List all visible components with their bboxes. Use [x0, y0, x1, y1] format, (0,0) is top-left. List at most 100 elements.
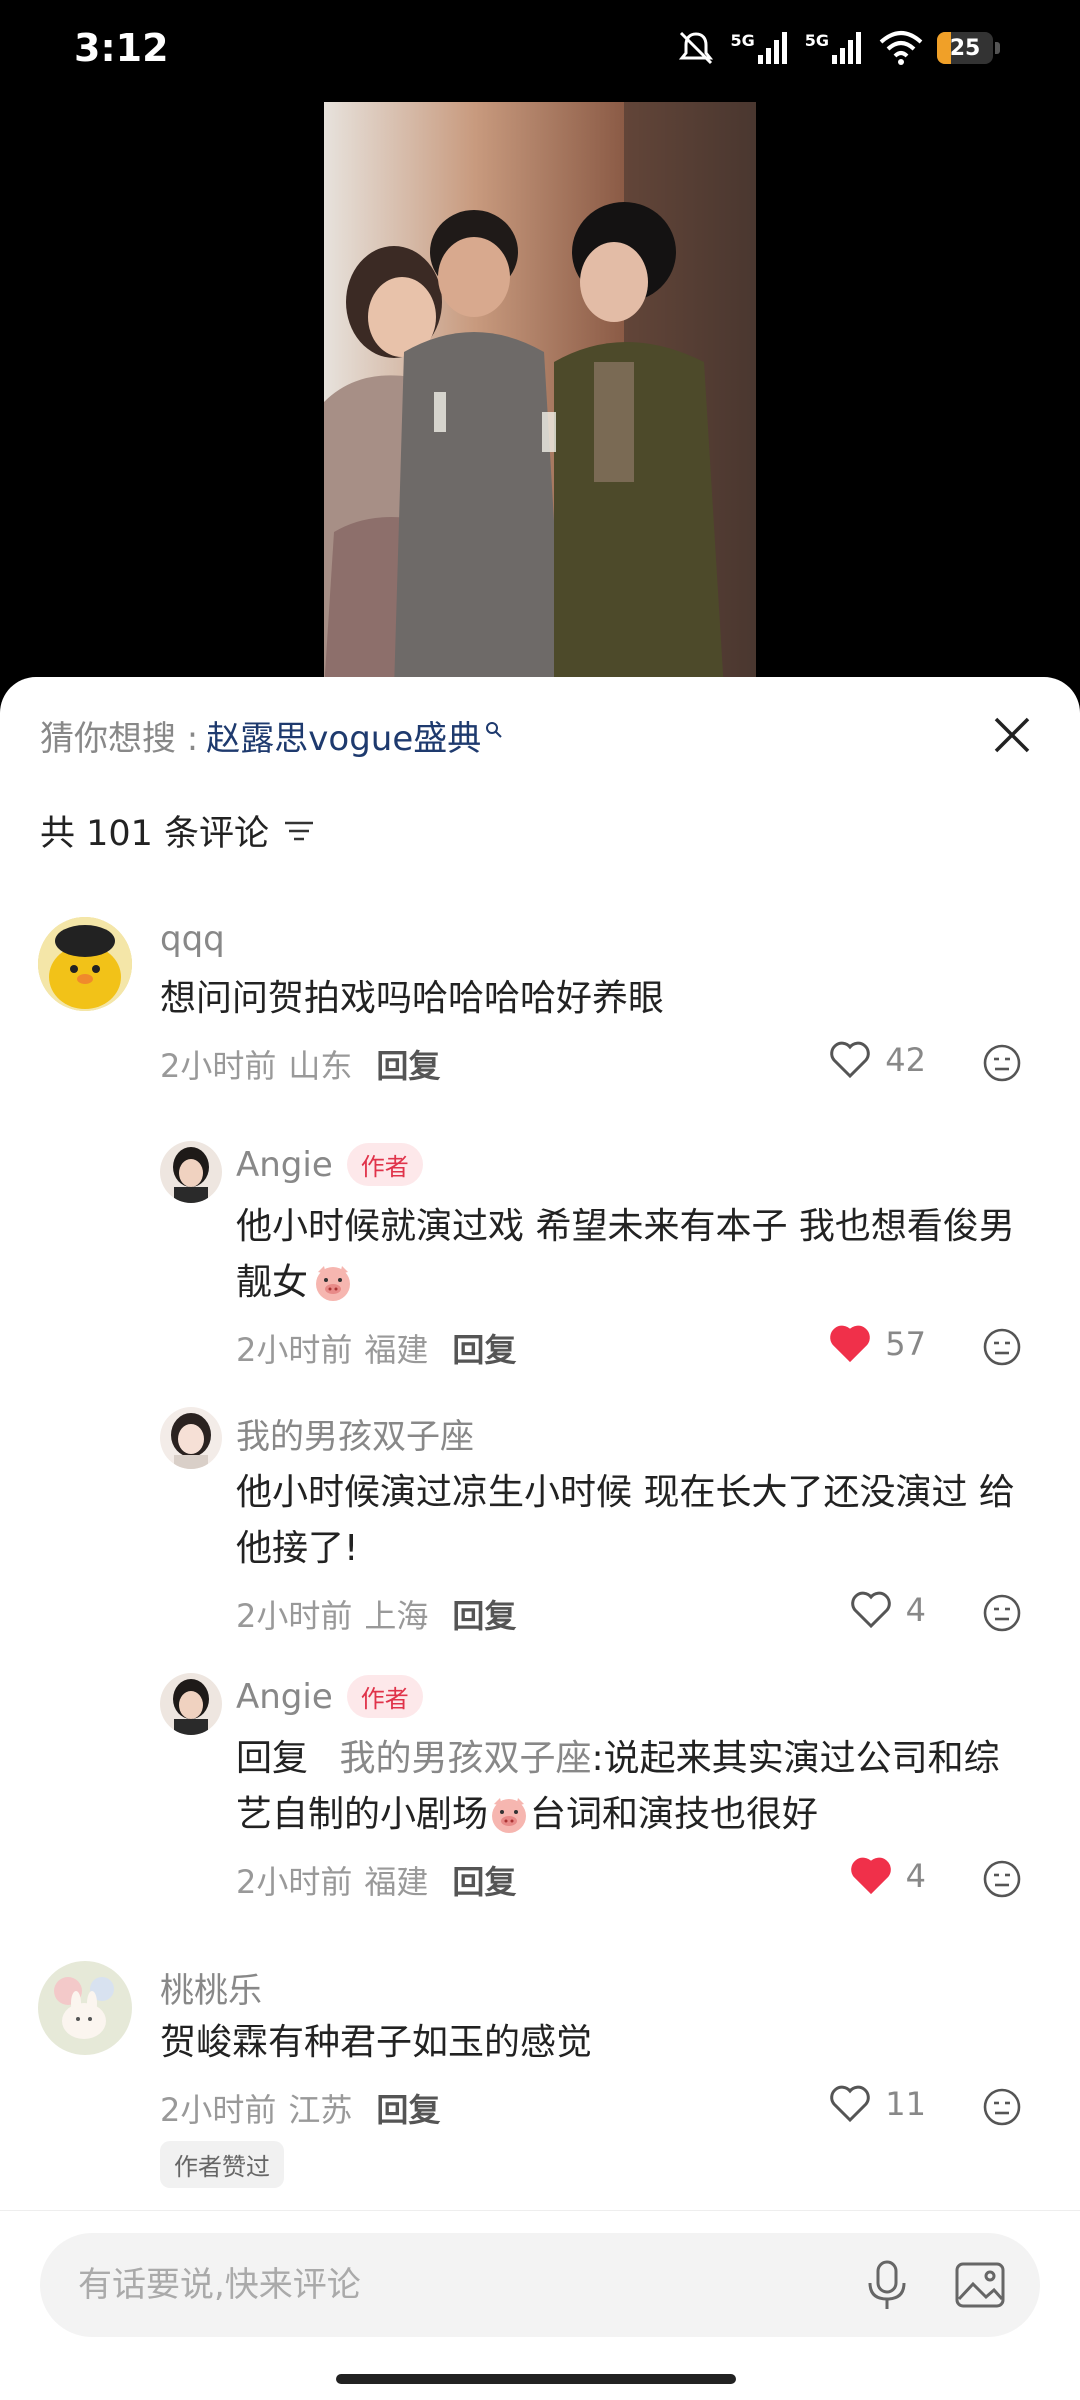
- emoji-reaction-icon[interactable]: [982, 1859, 1022, 1899]
- video-player[interactable]: [0, 100, 1080, 690]
- emoji-reaction-icon[interactable]: [982, 1043, 1022, 1083]
- battery-indicator: 25: [937, 32, 1000, 64]
- comment-reply-item: Angie 作者 他小时候就演过戏 希望未来有本子 我也想看俊男 靓女 2小时前…: [0, 1117, 1080, 1369]
- comment-username[interactable]: Angie: [236, 1145, 333, 1185]
- comment-location: 江苏: [288, 2091, 353, 2129]
- comment-username-row: Angie 作者: [236, 1675, 423, 1718]
- avatar[interactable]: [38, 917, 132, 1011]
- like-button[interactable]: 42: [829, 1041, 926, 1079]
- comment-text: 他小时候演过凉生小时候 现在长大了还没演过 给 他接了!: [236, 1465, 1036, 1577]
- heart-filled-icon: [850, 1857, 891, 1895]
- comment-time: 2小时前: [236, 1597, 353, 1635]
- comment-text: 回复 我的男孩双子座:说起来其实演过公司和综 艺自制的小剧场 台词和演技也很好: [236, 1731, 1036, 1843]
- status-time: 3:12: [74, 26, 169, 70]
- battery-level: 25: [949, 35, 981, 61]
- comment-text: 他小时候就演过戏 希望未来有本子 我也想看俊男 靓女: [236, 1199, 1036, 1311]
- heart-outline-icon: [830, 1041, 871, 1079]
- close-icon: [994, 717, 1030, 753]
- comment-username[interactable]: 桃桃乐: [160, 1963, 262, 2012]
- comment-text-line: 台词和演技也很好: [530, 1794, 819, 1835]
- like-button[interactable]: 4: [850, 1591, 926, 1629]
- heart-filled-icon: [830, 1325, 871, 1363]
- search-icon: [486, 721, 502, 738]
- comment-text: 贺峻霖有种君子如玉的感觉: [160, 2022, 593, 2063]
- search-suggestion[interactable]: 猜你想搜 : 赵露思vogue盛典: [40, 711, 503, 760]
- comment-meta: 2小时前 福建 回复: [236, 1325, 516, 1371]
- comment-input-bar: [0, 2210, 1080, 2400]
- comment-text-line: 他小时候就演过戏 希望未来有本子 我也想看俊男: [236, 1206, 1015, 1247]
- heart-outline-icon: [850, 1591, 891, 1629]
- like-count: 57: [885, 1325, 926, 1363]
- microphone-icon[interactable]: [862, 2259, 912, 2311]
- mute-vibrate-icon: [679, 31, 714, 65]
- suggest-term-link[interactable]: 赵露思vogue盛典: [206, 711, 481, 760]
- like-button[interactable]: 57: [829, 1325, 926, 1363]
- comment-text-line: :说起来其实演过公司和综: [591, 1738, 1000, 1779]
- reply-button[interactable]: 回复: [452, 1325, 516, 1371]
- comment-meta: 2小时前 福建 回复: [236, 1857, 516, 1903]
- avatar[interactable]: [160, 1673, 222, 1735]
- signal-1: 5G: [730, 31, 790, 65]
- network-type-label: 5G: [730, 31, 755, 50]
- emoji-reaction-icon[interactable]: [982, 1327, 1022, 1367]
- comment-username[interactable]: 我的男孩双子座: [236, 1409, 474, 1458]
- comment-input[interactable]: [78, 2233, 858, 2337]
- like-count: 11: [885, 2085, 926, 2123]
- comment-time: 2小时前: [236, 1331, 353, 1369]
- comment-sheet: 猜你想搜 : 赵露思vogue盛典 共 101 条评论 qqq 想问问贺拍戏吗哈…: [0, 677, 1080, 2400]
- comment-text-line: 靓女: [236, 1262, 309, 1303]
- comment-time: 2小时前: [160, 2091, 277, 2129]
- reply-button[interactable]: 回复: [452, 1591, 516, 1637]
- sort-filter-icon[interactable]: [283, 817, 315, 845]
- status-icons: 5G 5G 25: [676, 28, 1000, 68]
- heart-outline-icon: [830, 2085, 871, 2123]
- like-button[interactable]: 4: [850, 1857, 926, 1895]
- signal-icon: [757, 32, 787, 64]
- emoji-reaction-icon[interactable]: [982, 1593, 1022, 1633]
- reply-button[interactable]: 回复: [452, 1857, 516, 1903]
- reply-target-username[interactable]: 我的男孩双子座: [339, 1738, 591, 1779]
- comment-location: 福建: [364, 1331, 429, 1369]
- avatar[interactable]: [160, 1141, 222, 1203]
- comment-text-line: 艺自制的小剧场: [236, 1794, 489, 1835]
- author-badge: 作者: [346, 1675, 423, 1718]
- comment-location: 福建: [364, 1863, 429, 1901]
- comment-location: 上海: [364, 1597, 429, 1635]
- comment-reply-item: 我的男孩双子座 他小时候演过凉生小时候 现在长大了还没演过 给 他接了! 2小时…: [0, 1383, 1080, 1635]
- signal-2: 5G: [805, 31, 865, 65]
- signal-icon: [832, 32, 861, 64]
- comment-input-pill[interactable]: [40, 2233, 1040, 2337]
- status-bar: 3:12 5G 5G 25: [0, 0, 1080, 100]
- suggest-prefix: 猜你想搜 :: [40, 719, 199, 759]
- comment-meta: 2小时前 江苏 回复: [160, 2085, 440, 2131]
- comment-text-line: 他小时候演过凉生小时候 现在长大了还没演过 给: [236, 1472, 1015, 1513]
- comment-time: 2小时前: [236, 1863, 353, 1901]
- avatar[interactable]: [38, 1961, 132, 2055]
- home-indicator[interactable]: [336, 2374, 736, 2384]
- comment-time: 2小时前: [160, 1047, 277, 1085]
- comment-username[interactable]: qqq: [160, 919, 225, 959]
- pig-sticker-icon: [492, 1798, 527, 1833]
- network-type-label: 5G: [804, 31, 829, 50]
- reply-prefix: 回复: [236, 1738, 309, 1779]
- comment-username-row: Angie 作者: [236, 1143, 423, 1186]
- like-count: 4: [905, 1857, 926, 1895]
- like-count: 42: [885, 1041, 926, 1079]
- wifi-icon: [879, 31, 923, 65]
- like-button[interactable]: 11: [829, 2085, 926, 2123]
- comment-text-line: 他接了!: [236, 1528, 359, 1569]
- comment-item: 桃桃乐 贺峻霖有种君子如玉的感觉 2小时前 江苏 回复 11 作者赞过: [0, 1961, 1080, 2188]
- comment-count: 共 101 条评论: [40, 814, 270, 854]
- pig-sticker-icon: [316, 1266, 351, 1301]
- image-picker-icon[interactable]: [954, 2259, 1006, 2311]
- comment-location: 山东: [288, 1047, 353, 1085]
- comment-count-row: 共 101 条评论: [40, 805, 315, 856]
- comment-text: 想问问贺拍戏吗哈哈哈哈好养眼: [160, 978, 665, 1019]
- avatar[interactable]: [160, 1407, 222, 1469]
- reply-button[interactable]: 回复: [376, 2085, 440, 2131]
- comment-meta: 2小时前 山东 回复: [160, 1041, 440, 1087]
- comment-username[interactable]: Angie: [236, 1677, 333, 1717]
- reply-button[interactable]: 回复: [376, 1041, 440, 1087]
- emoji-reaction-icon[interactable]: [982, 2087, 1022, 2127]
- close-button[interactable]: [986, 709, 1038, 761]
